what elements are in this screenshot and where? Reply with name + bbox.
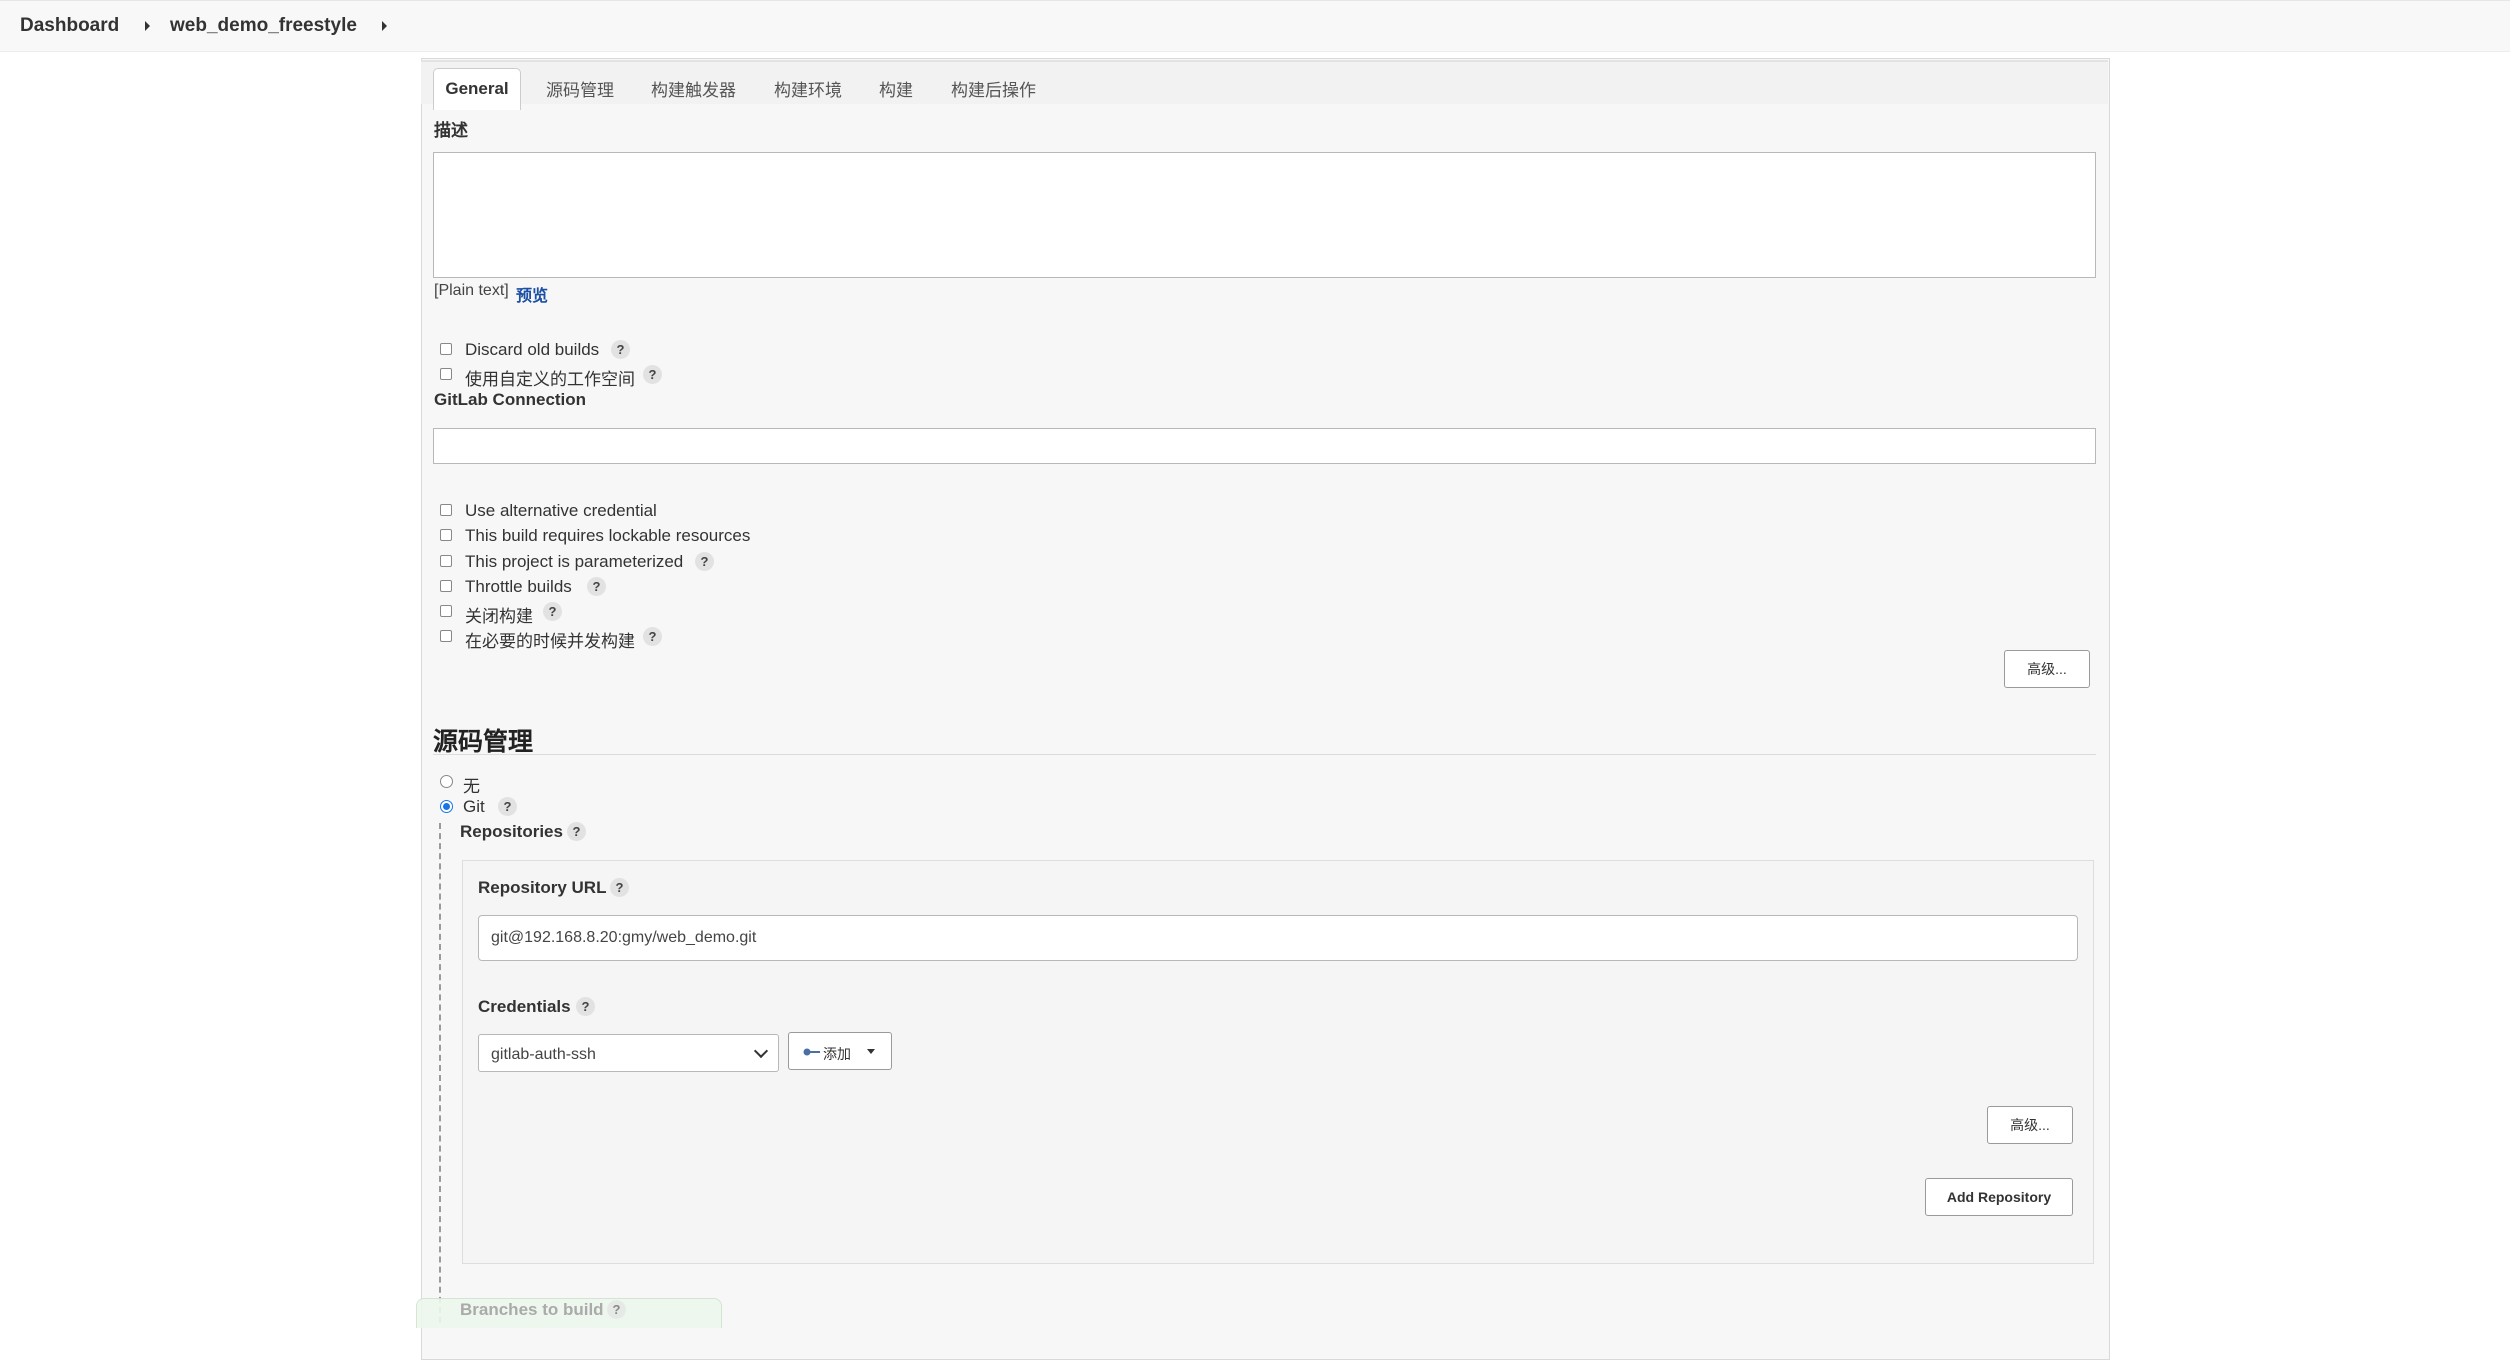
key-icon [803, 1048, 820, 1056]
help-icon[interactable]: ? [611, 340, 630, 359]
repository-url-label: Repository URL [478, 878, 607, 897]
scm-none-radio[interactable] [440, 775, 453, 788]
tab-scm[interactable]: 源码管理 [546, 76, 614, 101]
credentials-selected-value: gitlab-auth-ssh [491, 1046, 596, 1063]
add-repository-button[interactable]: Add Repository [1925, 1178, 2073, 1216]
throttle-builds-label: Throttle builds [465, 577, 572, 596]
credentials-select[interactable]: gitlab-auth-ssh [478, 1034, 779, 1072]
lockable-resources-label: This build requires lockable resources [465, 526, 751, 545]
caret-down-icon [867, 1049, 875, 1054]
breadcrumb-separator-icon[interactable] [382, 21, 387, 31]
add-credentials-button[interactable]: 添加 [788, 1032, 892, 1070]
section-divider [433, 754, 2096, 755]
help-icon[interactable]: ? [576, 997, 595, 1016]
repository-url-input[interactable]: git@192.168.8.20:gmy/web_demo.git [478, 915, 2078, 961]
discard-old-builds-checkbox[interactable] [440, 343, 452, 355]
scm-git-radio[interactable] [440, 800, 453, 813]
credentials-label: Credentials [478, 997, 571, 1016]
description-textarea[interactable] [433, 152, 2096, 278]
breadcrumb-dashboard[interactable]: Dashboard [20, 15, 119, 37]
alt-credential-label: Use alternative credential [465, 501, 657, 520]
parameterized-checkbox[interactable] [440, 555, 452, 567]
help-icon[interactable]: ? [643, 627, 662, 646]
breadcrumb-separator-icon[interactable] [145, 21, 150, 31]
concurrent-build-label: 在必要的时候并发构建 [465, 632, 635, 651]
throttle-builds-checkbox[interactable] [440, 580, 452, 592]
repo-advanced-button[interactable]: 高级... [1987, 1106, 2073, 1144]
custom-workspace-checkbox[interactable] [440, 368, 452, 380]
help-icon[interactable]: ? [498, 797, 517, 816]
format-note: [Plain text] [434, 282, 509, 299]
chevron-down-icon [753, 1043, 769, 1059]
scm-git-label: Git [463, 797, 485, 816]
nesting-guide [439, 823, 441, 1323]
parameterized-label: This project is parameterized [465, 552, 684, 571]
help-icon[interactable]: ? [543, 602, 562, 621]
help-icon[interactable]: ? [610, 878, 629, 897]
gitlab-connection-select[interactable] [433, 428, 2096, 464]
help-icon[interactable]: ? [695, 552, 714, 571]
help-icon[interactable]: ? [607, 1300, 626, 1319]
gitlab-connection-label: GitLab Connection [434, 390, 587, 409]
disable-build-label: 关闭构建 [465, 607, 533, 626]
tab-environment[interactable]: 构建环境 [774, 76, 842, 101]
discard-old-builds-label: Discard old builds [465, 340, 600, 359]
branches-label: Branches to build [460, 1300, 604, 1319]
help-icon[interactable]: ? [643, 365, 662, 384]
description-label: 描述 [434, 121, 468, 140]
help-icon[interactable]: ? [587, 577, 606, 596]
tab-triggers[interactable]: 构建触发器 [651, 76, 736, 101]
tab-general[interactable]: General [433, 68, 521, 110]
tab-build[interactable]: 构建 [879, 76, 913, 101]
scm-none-label: 无 [463, 777, 480, 796]
breadcrumb-job[interactable]: web_demo_freestyle [170, 15, 357, 37]
preview-link[interactable]: 预览 [516, 282, 548, 306]
alt-credential-checkbox[interactable] [440, 504, 452, 516]
breadcrumb [0, 0, 2510, 52]
tab-post-build[interactable]: 构建后操作 [951, 76, 1036, 101]
custom-workspace-label: 使用自定义的工作空间 [465, 370, 635, 389]
general-advanced-button[interactable]: 高级... [2004, 650, 2090, 688]
lockable-resources-checkbox[interactable] [440, 529, 452, 541]
add-credentials-label: 添加 [823, 1046, 851, 1062]
help-icon[interactable]: ? [567, 822, 586, 841]
disable-build-checkbox[interactable] [440, 605, 452, 617]
repositories-label: Repositories [460, 822, 563, 841]
scm-section-title: 源码管理 [433, 728, 534, 756]
concurrent-build-checkbox[interactable] [440, 630, 452, 642]
